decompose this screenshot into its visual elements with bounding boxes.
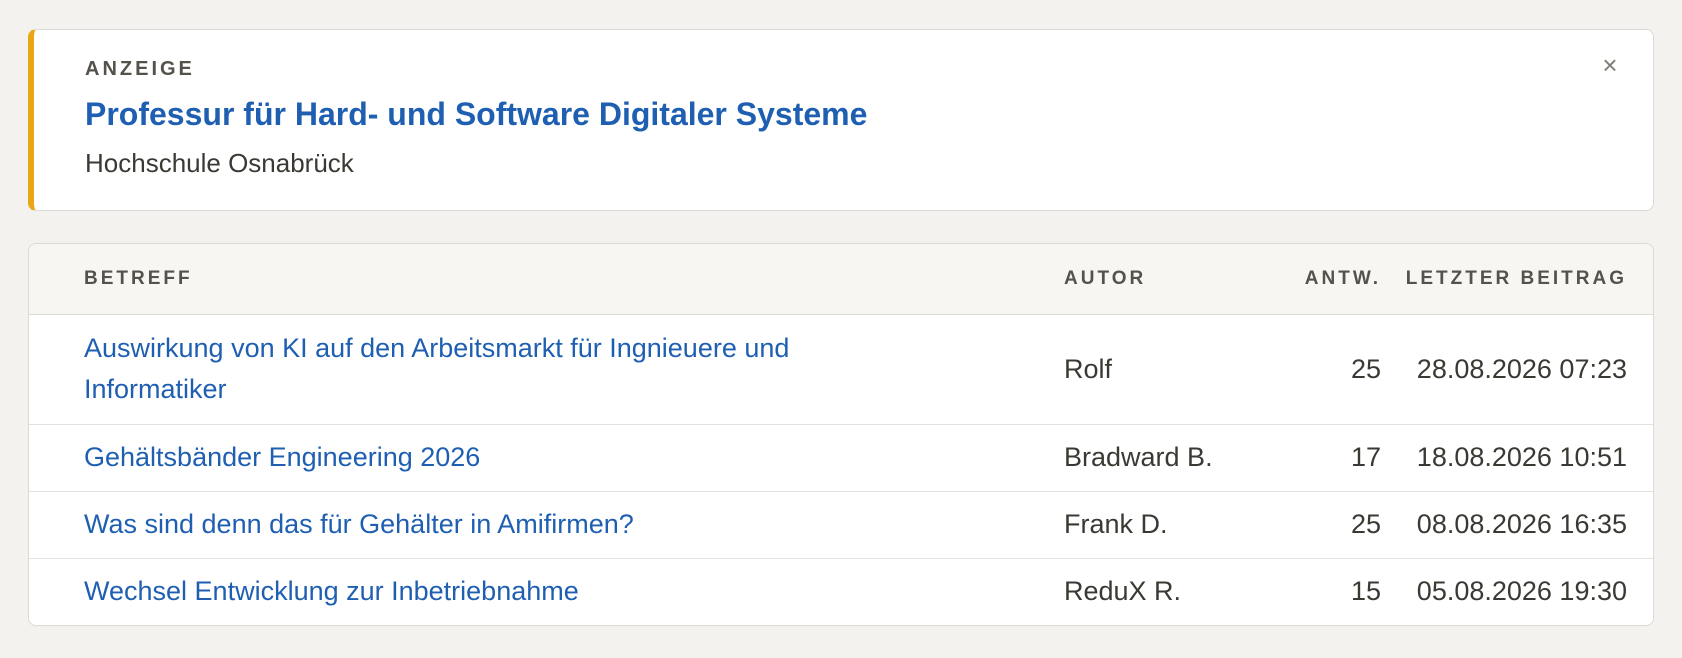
thread-link[interactable]: Auswirkung von KI auf den Arbeitsmarkt f… (84, 328, 1064, 410)
thread-author: Frank D. (1064, 491, 1294, 559)
table-row: Gehältsbänder Engineering 2026 Bradward … (29, 424, 1653, 492)
table-row: Was sind denn das für Gehälter in Amifir… (29, 491, 1653, 559)
header-last-post: LETZTER BEITRAG (1381, 244, 1653, 315)
header-replies: ANTW. (1294, 244, 1381, 315)
thread-last-post: 08.08.2026 16:35 (1381, 491, 1653, 559)
ad-label: ANZEIGE (85, 58, 195, 80)
thread-table-card: BETREFF AUTOR ANTW. LETZTER BEITRAG Ausw… (28, 243, 1654, 626)
thread-link[interactable]: Was sind denn das für Gehälter in Amifir… (84, 504, 1064, 545)
table-row: Wechsel Entwicklung zur Inbetriebnahme R… (29, 558, 1653, 625)
thread-author: ReduX R. (1064, 576, 1182, 607)
thread-last-post: 18.08.2026 10:51 (1381, 424, 1653, 492)
header-author: AUTOR (1064, 244, 1294, 315)
thread-last-post: 28.08.2026 07:23 (1381, 314, 1653, 425)
thread-link[interactable]: Wechsel Entwicklung zur Inbetriebnahme (84, 571, 1064, 612)
thread-author: Rolf (1064, 314, 1294, 425)
thread-replies: 25 (1294, 314, 1381, 425)
table-row: Auswirkung von KI auf den Arbeitsmarkt f… (29, 314, 1653, 425)
header-subject: BETREFF (29, 244, 1064, 315)
thread-replies: 17 (1294, 424, 1381, 492)
table-header: BETREFF AUTOR ANTW. LETZTER BEITRAG (29, 244, 1653, 315)
thread-last-post: 05.08.2026 19:30 (1416, 576, 1627, 607)
thread-link[interactable]: Gehältsbänder Engineering 2026 (84, 437, 1064, 478)
close-icon[interactable]: × (1597, 52, 1623, 78)
ad-title-link[interactable]: Professur für Hard- und Software Digital… (85, 96, 867, 133)
job-ad-card: ANZEIGE Professur für Hard- und Software… (28, 29, 1654, 211)
thread-author: Bradward B. (1064, 424, 1294, 492)
thread-replies: 25 (1294, 491, 1381, 559)
thread-replies: 15 (1350, 576, 1381, 607)
thread-table: BETREFF AUTOR ANTW. LETZTER BEITRAG Ausw… (29, 244, 1653, 625)
ad-company: Hochschule Osnabrück (85, 148, 354, 178)
